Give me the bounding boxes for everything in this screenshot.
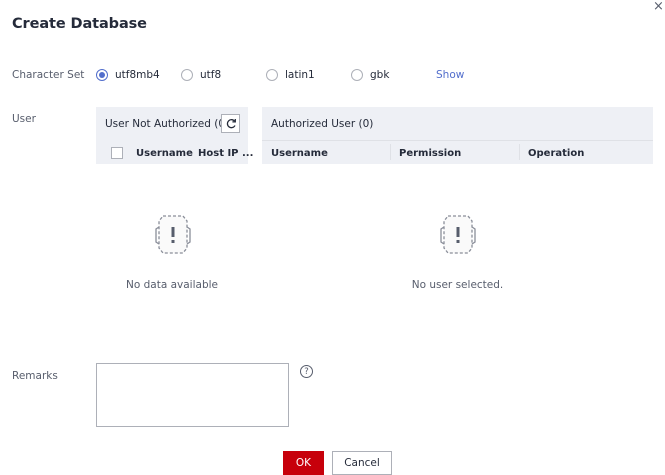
character-set-label: Character Set — [12, 69, 85, 81]
column-divider — [390, 144, 391, 160]
select-all-checkbox[interactable] — [111, 147, 123, 159]
help-icon[interactable]: ? — [300, 365, 313, 378]
radio-label: utf8 — [200, 69, 222, 81]
radio-label: utf8mb4 — [115, 69, 160, 81]
user-label: User — [12, 113, 36, 125]
column-divider — [519, 144, 520, 160]
empty-state-text: No user selected. — [411, 279, 504, 291]
column-username: Username — [136, 148, 193, 159]
remarks-textarea[interactable] — [96, 363, 289, 427]
radio-utf8[interactable]: utf8 — [181, 69, 221, 81]
column-permission: Permission — [399, 148, 462, 159]
empty-data-icon — [440, 215, 476, 254]
dialog-title: Create Database — [12, 16, 147, 32]
radio-unchecked-icon — [181, 69, 193, 81]
not-authorized-title: User Not Authorized (0) — [105, 118, 230, 130]
remarks-label: Remarks — [12, 370, 58, 382]
cancel-button[interactable]: Cancel — [332, 451, 392, 475]
show-link[interactable]: Show — [436, 69, 464, 81]
authorized-title: Authorized User (0) — [271, 118, 374, 130]
radio-latin1[interactable]: latin1 — [266, 69, 315, 81]
empty-state-text: No data available — [126, 279, 218, 291]
radio-checked-icon — [96, 69, 108, 81]
radio-unchecked-icon — [266, 69, 278, 81]
empty-data-icon — [155, 215, 191, 254]
divider — [262, 140, 653, 141]
radio-label: gbk — [370, 69, 390, 81]
column-operation: Operation — [528, 148, 585, 159]
column-username: Username — [271, 148, 328, 159]
refresh-icon — [226, 118, 236, 128]
close-icon[interactable]: × — [653, 0, 664, 14]
refresh-button[interactable] — [221, 114, 240, 133]
radio-unchecked-icon — [351, 69, 363, 81]
radio-utf8mb4[interactable]: utf8mb4 — [96, 69, 160, 81]
radio-gbk[interactable]: gbk — [351, 69, 389, 81]
ok-button[interactable]: OK — [283, 451, 324, 475]
column-host-ip: Host IP ... — [198, 148, 254, 159]
radio-label: latin1 — [285, 69, 315, 81]
